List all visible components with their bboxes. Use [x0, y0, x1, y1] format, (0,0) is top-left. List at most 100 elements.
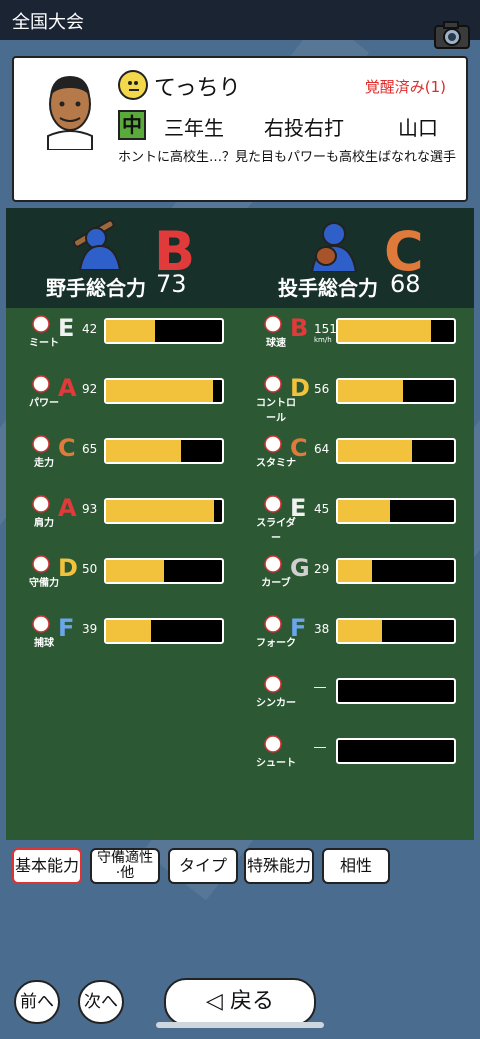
player-profile-card: てっちり 覚醒済み(1) 中 三年生 右投右打 山口 ホントに高校生…？見た目も… — [12, 56, 468, 202]
fielder-stat-value: 92 — [82, 382, 98, 396]
prev-button[interactable]: 前へ — [14, 980, 60, 1024]
fielder-total-value: 73 — [156, 270, 187, 298]
pitcher-stat-icon — [256, 552, 290, 576]
board-header: B 野手総合力 73 C 投手総合力 68 — [6, 208, 474, 308]
pitcher-stat-value: 56 — [314, 382, 330, 396]
pitcher-stat-unit: km/h — [314, 336, 332, 344]
tab-defense-aptitude[interactable]: 守備適性 ·他 — [90, 848, 160, 884]
fielder-stat-value: 50 — [82, 562, 98, 576]
tab-defense-aptitude-line1: 守備適性 — [97, 850, 153, 866]
fielder-stat-icon — [24, 372, 58, 396]
pitcher-icon — [310, 222, 358, 272]
player-avatar — [28, 66, 112, 151]
pitcher-stat-value: 38 — [314, 622, 330, 636]
pitcher-total-label: 投手総合力 — [278, 276, 378, 300]
fielder-total-label: 野手総合力 — [46, 276, 146, 300]
pitcher-stat-value: 45 — [314, 502, 330, 516]
fielder-stat-grade: F — [58, 614, 75, 642]
pitcher-stat-label: シンカー — [256, 698, 296, 709]
fielder-stat-row: ミート E 42 — [24, 314, 244, 349]
home-indicator — [156, 1022, 324, 1028]
screen-title: 全国大会 — [12, 12, 84, 33]
fielder-stat-value: 42 — [82, 322, 98, 336]
player-description: ホントに高校生…？見た目もパワーも高校生ばなれな選手 — [118, 150, 457, 165]
top-bar: 全国大会 — [0, 0, 480, 40]
fielder-stat-bar-fill — [106, 500, 214, 522]
next-button[interactable]: 次へ — [78, 980, 124, 1024]
fielder-stat-icon — [24, 552, 58, 576]
pitcher-stat-bar — [336, 378, 456, 404]
ability-tabs: 基本能力 守備適性 ·他 タイプ 特殊能力 相性 — [12, 848, 468, 888]
tab-compatibility[interactable]: 相性 — [322, 848, 390, 884]
fielder-stat-row: 守備力 D 50 — [24, 554, 244, 589]
fielder-stat-icon — [24, 492, 58, 516]
pitcher-stat-bar — [336, 738, 456, 764]
pitcher-stat-grade: D — [290, 374, 310, 402]
batter-icon — [73, 219, 122, 270]
fielder-stat-icon — [24, 432, 58, 456]
position-badge: 中 — [118, 110, 146, 140]
tab-basic-ability[interactable]: 基本能力 — [12, 848, 82, 884]
pitcher-stat-row: スライダー E 45 — [256, 494, 476, 544]
tab-type[interactable]: タイプ — [168, 848, 238, 884]
fielder-stat-bar-fill — [106, 440, 182, 462]
condition-face-icon — [118, 70, 148, 100]
pitcher-stat-value: ― — [314, 680, 326, 694]
fielder-stat-icon — [24, 612, 58, 636]
pitcher-stat-value: ― — [314, 740, 326, 754]
pitcher-stat-bar-fill — [338, 320, 431, 342]
pitcher-stat-row: フォーク F 38 — [256, 614, 476, 649]
fielder-stat-grade: D — [58, 554, 78, 582]
pitcher-stat-value: 151 — [314, 322, 337, 336]
fielder-stat-value: 39 — [82, 622, 98, 636]
player-grade: 三年生 — [164, 116, 224, 140]
camera-icon[interactable] — [434, 20, 470, 50]
pitcher-stat-row: 球速 B 151 km/h — [256, 314, 476, 349]
fielder-stat-row: 肩力 A 93 — [24, 494, 244, 529]
pitcher-stat-icon — [256, 432, 290, 456]
pitcher-stat-bar — [336, 678, 456, 704]
pitcher-stat-icon — [256, 372, 290, 396]
player-handedness: 右投右打 — [264, 116, 344, 140]
tab-special-ability[interactable]: 特殊能力 — [244, 848, 314, 884]
fielder-stat-row: パワー A 92 — [24, 374, 244, 409]
player-name: てっちり — [154, 76, 241, 101]
pitcher-stat-row: コントロール D 56 — [256, 374, 476, 424]
fielder-stat-bar-fill — [106, 620, 152, 642]
fielder-stat-bar — [104, 378, 224, 404]
player-hometown: 山口 — [398, 116, 438, 140]
fielder-stat-bar-fill — [106, 560, 164, 582]
stats-board: B 野手総合力 73 C 投手総合力 68 ミート E 42 パワー A 92 走力 C 65 肩… — [6, 208, 474, 840]
fielder-stat-bar-fill — [106, 380, 213, 402]
pitcher-stat-icon — [256, 312, 290, 336]
pitcher-stat-icon — [256, 612, 290, 636]
pitcher-stat-row: シュート ― — [256, 735, 476, 769]
fielder-stat-bar — [104, 318, 224, 344]
pitcher-stat-grade: E — [290, 494, 307, 522]
fielder-stat-grade: A — [58, 494, 77, 522]
fielder-stat-grade: E — [58, 314, 75, 342]
fielder-stat-bar-fill — [106, 320, 155, 342]
pitcher-stat-row: スタミナ C 64 — [256, 434, 476, 469]
pitcher-stat-grade: C — [290, 434, 308, 462]
pitcher-stat-value: 29 — [314, 562, 330, 576]
fielder-stat-grade: A — [58, 374, 77, 402]
pitcher-stat-bar — [336, 498, 456, 524]
fielder-stat-bar — [104, 558, 224, 584]
pitcher-stat-bar — [336, 618, 456, 644]
fielder-stat-grade: C — [58, 434, 76, 462]
pitcher-stat-bar — [336, 558, 456, 584]
back-button[interactable]: ◁ 戻る — [164, 978, 316, 1026]
fielder-stat-bar — [104, 438, 224, 464]
pitcher-stat-bar-fill — [338, 440, 413, 462]
fielder-stat-bar — [104, 618, 224, 644]
pitcher-stat-bar-fill — [338, 560, 372, 582]
pitcher-stat-value: 64 — [314, 442, 330, 456]
pitcher-stat-icon — [256, 492, 290, 516]
pitcher-stat-row: シンカー ― — [256, 675, 476, 709]
fielder-stat-value: 93 — [82, 502, 98, 516]
pitcher-stat-label: シュート — [256, 758, 296, 769]
awakened-status: 覚醒済み(1) — [364, 78, 446, 96]
pitcher-stat-grade: G — [290, 554, 310, 582]
pitcher-stat-bar — [336, 438, 456, 464]
